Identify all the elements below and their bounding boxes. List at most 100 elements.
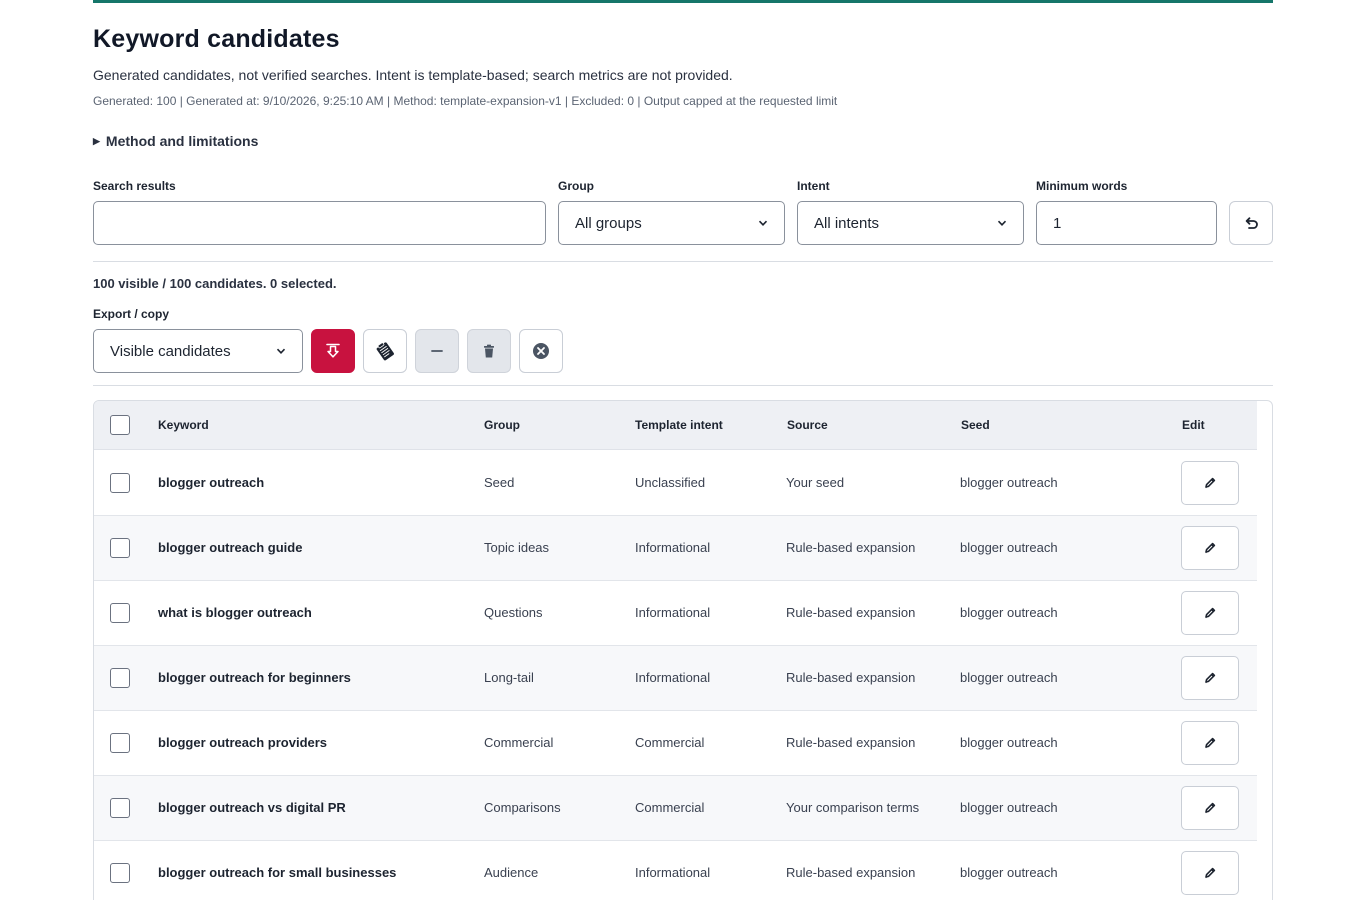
group-label: Group: [558, 179, 594, 193]
group-cell: Topic ideas: [484, 540, 550, 555]
source-cell: Rule-based expansion: [786, 540, 916, 555]
accent-bar: [93, 0, 1273, 3]
table-row: blogger outreach providers Commercial Co…: [94, 711, 1257, 776]
delete-button[interactable]: [467, 329, 511, 373]
source-cell: Rule-based expansion: [786, 670, 916, 685]
header-source[interactable]: Source: [787, 418, 828, 432]
row-checkbox[interactable]: [110, 798, 130, 818]
export-scope-select[interactable]: Visible candidates: [93, 329, 303, 373]
table-row: blogger outreach for beginners Long-tail…: [94, 646, 1257, 711]
close-circle-icon: [533, 343, 549, 359]
keyword-cell: blogger outreach: [158, 475, 265, 490]
row-checkbox[interactable]: [110, 473, 130, 493]
row-checkbox[interactable]: [110, 733, 130, 753]
generation-meta: Generated: 100 | Generated at: 9/10/2026…: [93, 94, 838, 108]
group-cell: Questions: [484, 605, 543, 620]
clipboard-icon: [376, 342, 394, 361]
pencil-icon: [1205, 737, 1216, 749]
table-row: blogger outreach for small businesses Au…: [94, 841, 1257, 900]
seed-cell: blogger outreach: [960, 670, 1058, 685]
undo-icon: [1245, 217, 1258, 229]
minus-icon: [431, 350, 443, 352]
reset-filters-button[interactable]: [1229, 201, 1273, 245]
chevron-down-icon: [758, 220, 768, 226]
intent-cell: Informational: [635, 540, 711, 555]
seed-cell: blogger outreach: [960, 605, 1058, 620]
edit-button[interactable]: [1181, 851, 1239, 895]
min-words-input[interactable]: [1053, 214, 1200, 232]
pencil-icon: [1205, 477, 1216, 489]
intent-label: Intent: [797, 179, 830, 193]
row-checkbox[interactable]: [110, 538, 130, 558]
source-cell: Your seed: [786, 475, 845, 490]
disclosure-triangle-icon: ▶: [93, 135, 100, 146]
keyword-cell: blogger outreach for small businesses: [158, 865, 397, 880]
seed-cell: blogger outreach: [960, 800, 1058, 815]
keyword-cell: blogger outreach for beginners: [158, 670, 351, 685]
header-seed[interactable]: Seed: [961, 418, 990, 432]
edit-button[interactable]: [1181, 526, 1239, 570]
keyword-cell: blogger outreach vs digital PR: [158, 800, 346, 815]
header-group[interactable]: Group: [484, 418, 520, 432]
method-limitations-toggle[interactable]: ▶ Method and limitations: [93, 133, 258, 149]
table-row: blogger outreach guide Topic ideas Infor…: [94, 516, 1257, 581]
method-limitations-label: Method and limitations: [105, 133, 259, 149]
edit-button[interactable]: [1181, 786, 1239, 830]
page-subtitle: Generated candidates, not verified searc…: [93, 67, 733, 83]
edit-button[interactable]: [1181, 461, 1239, 505]
select-all-checkbox[interactable]: [110, 415, 130, 435]
header-keyword[interactable]: Keyword: [158, 418, 209, 432]
keyword-cell: blogger outreach guide: [158, 540, 303, 555]
export-scope-value: Visible candidates: [110, 342, 231, 360]
pencil-icon: [1205, 867, 1216, 879]
intent-select[interactable]: All intents: [797, 201, 1024, 245]
download-button[interactable]: [311, 329, 355, 373]
keywords-table: Keyword Group Template intent Source See…: [93, 400, 1273, 900]
intent-select-value: All intents: [814, 214, 880, 232]
group-select[interactable]: All groups: [558, 201, 785, 245]
search-input-wrap: [93, 201, 546, 245]
group-cell: Seed: [484, 475, 515, 490]
table-row: blogger outreach vs digital PR Compariso…: [94, 776, 1257, 841]
intent-cell: Commercial: [635, 735, 705, 750]
intent-cell: Commercial: [635, 800, 705, 815]
search-input[interactable]: [110, 214, 529, 232]
chevron-down-icon: [997, 220, 1007, 226]
row-checkbox[interactable]: [110, 668, 130, 688]
chevron-down-icon: [276, 348, 286, 354]
group-cell: Audience: [484, 865, 539, 880]
toolbar-divider: [93, 385, 1273, 386]
export-label: Export / copy: [93, 307, 170, 321]
table-header: Keyword Group Template intent Source See…: [94, 401, 1257, 450]
seed-cell: blogger outreach: [960, 735, 1058, 750]
intent-cell: Informational: [635, 670, 711, 685]
table-row: blogger outreach Seed Unclassified Your …: [94, 451, 1257, 516]
source-cell: Your comparison terms: [786, 800, 920, 815]
search-label: Search results: [93, 179, 176, 193]
seed-cell: blogger outreach: [960, 540, 1058, 555]
pencil-icon: [1205, 607, 1216, 619]
copy-button[interactable]: [363, 329, 407, 373]
group-cell: Comparisons: [484, 800, 561, 815]
intent-cell: Informational: [635, 605, 711, 620]
candidate-count: 100 visible / 100 candidates. 0 selected…: [93, 276, 337, 291]
edit-button[interactable]: [1181, 591, 1239, 635]
edit-button[interactable]: [1181, 721, 1239, 765]
row-checkbox[interactable]: [110, 863, 130, 883]
min-words-label: Minimum words: [1036, 179, 1128, 193]
pencil-icon: [1205, 542, 1216, 554]
header-edit: Edit: [1182, 418, 1205, 432]
deselect-button[interactable]: [415, 329, 459, 373]
header-intent[interactable]: Template intent: [635, 418, 723, 432]
keyword-cell: what is blogger outreach: [158, 605, 312, 620]
table-row: what is blogger outreach Questions Infor…: [94, 581, 1257, 646]
download-icon: [326, 343, 340, 358]
group-cell: Long-tail: [484, 670, 534, 685]
group-select-value: All groups: [575, 214, 642, 232]
page-title: Keyword candidates: [93, 25, 340, 53]
row-checkbox[interactable]: [110, 603, 130, 623]
clear-button[interactable]: [519, 329, 563, 373]
edit-button[interactable]: [1181, 656, 1239, 700]
keyword-cell: blogger outreach providers: [158, 735, 328, 750]
min-words-wrap: [1036, 201, 1217, 245]
